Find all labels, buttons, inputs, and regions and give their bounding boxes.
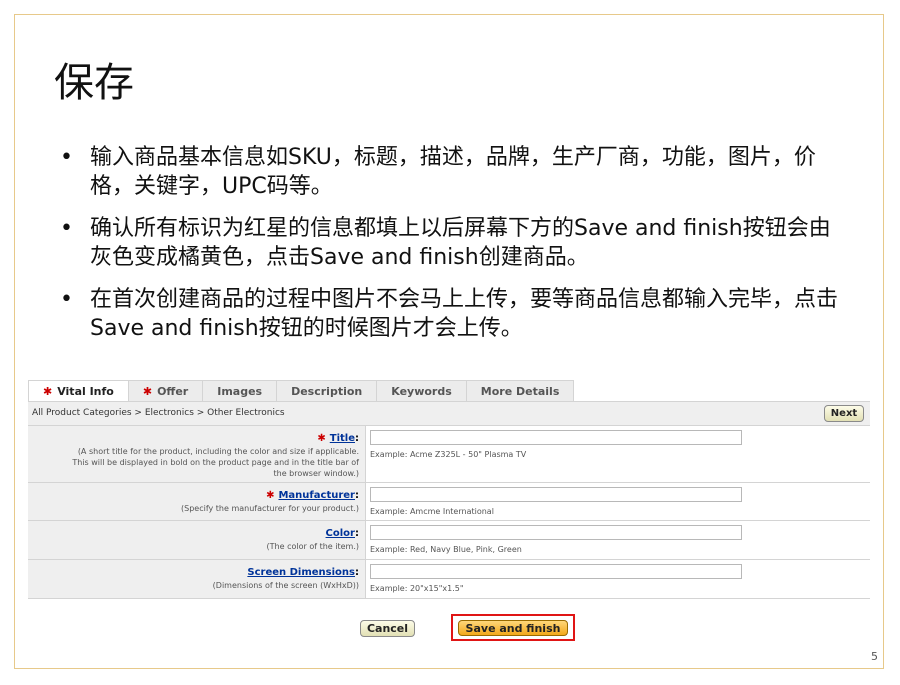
field-label-cell: ✱ Manufacturer: (Specify the manufacturer… bbox=[28, 483, 366, 520]
title-help-link[interactable]: Title bbox=[330, 433, 355, 444]
field-label-cell: ✱ Title: (A short title for the product, … bbox=[28, 426, 366, 482]
next-button[interactable]: Next bbox=[824, 405, 864, 422]
save-button-highlight: Save and finish bbox=[451, 614, 575, 641]
field-row-manufacturer: ✱ Manufacturer: (Specify the manufacturer… bbox=[28, 483, 870, 521]
screen-dimensions-input[interactable] bbox=[370, 564, 742, 579]
screen-dimensions-help-link[interactable]: Screen Dimensions bbox=[247, 567, 355, 578]
manufacturer-input[interactable] bbox=[370, 487, 742, 502]
tab-label: Description bbox=[291, 385, 363, 398]
product-form-screenshot: ✱ Vital Info ✱ Offer Images Description Ke… bbox=[28, 380, 870, 641]
field-description: (A short title for the product, includin… bbox=[72, 447, 359, 478]
bullet-dot: • bbox=[60, 145, 73, 170]
required-star-icon: ✱ bbox=[142, 385, 153, 398]
field-description: (Specify the manufacturer for your produ… bbox=[181, 504, 359, 513]
field-name: ✱ Title: bbox=[317, 433, 359, 444]
field-row-screen-dimensions: Screen Dimensions: (Dimensions of the sc… bbox=[28, 560, 870, 599]
bullet-list: • 输入商品基本信息如SKU，标题，描述，品牌，生产厂商，功能，图片，价格，关键字… bbox=[60, 143, 850, 356]
breadcrumb-bar: All Product Categories > Electronics > O… bbox=[28, 401, 870, 426]
bullet-dot: • bbox=[60, 216, 73, 241]
tab-label: More Details bbox=[480, 385, 560, 398]
field-row-title: ✱ Title: (A short title for the product, … bbox=[28, 426, 870, 483]
manufacturer-help-link[interactable]: Manufacturer bbox=[278, 490, 355, 501]
field-name: Screen Dimensions: bbox=[247, 567, 359, 578]
field-example: Example: Acme Z325L - 50" Plasma TV bbox=[370, 450, 527, 459]
breadcrumb: All Product Categories > Electronics > O… bbox=[32, 408, 285, 418]
cancel-button[interactable]: Cancel bbox=[360, 620, 415, 637]
tab-vital-info[interactable]: ✱ Vital Info bbox=[28, 380, 129, 401]
color-input[interactable] bbox=[370, 525, 742, 540]
title-input[interactable] bbox=[370, 430, 742, 445]
field-description: (Dimensions of the screen (WxHxD)) bbox=[212, 581, 359, 590]
page-number: 5 bbox=[871, 650, 878, 663]
tab-offer[interactable]: ✱ Offer bbox=[127, 380, 204, 401]
tab-label: Vital Info bbox=[57, 385, 114, 398]
field-description: (The color of the item.) bbox=[266, 542, 359, 551]
color-help-link[interactable]: Color bbox=[326, 528, 355, 539]
tab-label: Keywords bbox=[391, 385, 452, 398]
field-example: Example: Amcme International bbox=[370, 507, 494, 516]
bullet-item: • 输入商品基本信息如SKU，标题，描述，品牌，生产厂商，功能，图片，价格，关键字… bbox=[60, 143, 850, 201]
tab-more-details[interactable]: More Details bbox=[465, 380, 575, 401]
bullet-item: • 确认所有标识为红星的信息都填上以后屏幕下方的Save and finish按钮… bbox=[60, 214, 850, 272]
bullet-text: 在首次创建商品的过程中图片不会马上上传，要等商品信息都输入完毕，点击Save a… bbox=[90, 287, 839, 341]
required-star-icon: ✱ bbox=[266, 490, 275, 501]
tab-label: Offer bbox=[157, 385, 189, 398]
bullet-text: 输入商品基本信息如SKU，标题，描述，品牌，生产厂商，功能，图片，价格，关键字，… bbox=[90, 145, 816, 199]
required-star-icon: ✱ bbox=[43, 385, 53, 398]
bullet-item: • 在首次创建商品的过程中图片不会马上上传，要等商品信息都输入完毕，点击Save … bbox=[60, 285, 850, 343]
field-label-cell: Screen Dimensions: (Dimensions of the sc… bbox=[28, 560, 366, 598]
tab-images[interactable]: Images bbox=[202, 380, 278, 401]
save-and-finish-button[interactable]: Save and finish bbox=[458, 620, 568, 636]
field-name: ✱ Manufacturer: bbox=[266, 490, 359, 501]
field-row-color: Color: (The color of the item.) Example:… bbox=[28, 521, 870, 560]
tab-label: Images bbox=[217, 385, 263, 398]
tab-bar: ✱ Vital Info ✱ Offer Images Description Ke… bbox=[28, 380, 575, 402]
bullet-dot: • bbox=[60, 287, 73, 312]
bullet-text: 确认所有标识为红星的信息都填上以后屏幕下方的Save and finish按钮会… bbox=[90, 216, 831, 270]
tab-description[interactable]: Description bbox=[276, 380, 378, 401]
required-star-icon: ✱ bbox=[317, 433, 326, 444]
tab-keywords[interactable]: Keywords bbox=[376, 380, 467, 401]
field-label-cell: Color: (The color of the item.) bbox=[28, 521, 366, 559]
vital-info-form: ✱ Title: (A short title for the product, … bbox=[28, 426, 870, 599]
field-example: Example: Red, Navy Blue, Pink, Green bbox=[370, 545, 522, 554]
field-example: Example: 20"x15"x1.5" bbox=[370, 584, 464, 593]
field-name: Color: bbox=[325, 528, 359, 539]
slide-title: 保存 bbox=[54, 60, 134, 106]
